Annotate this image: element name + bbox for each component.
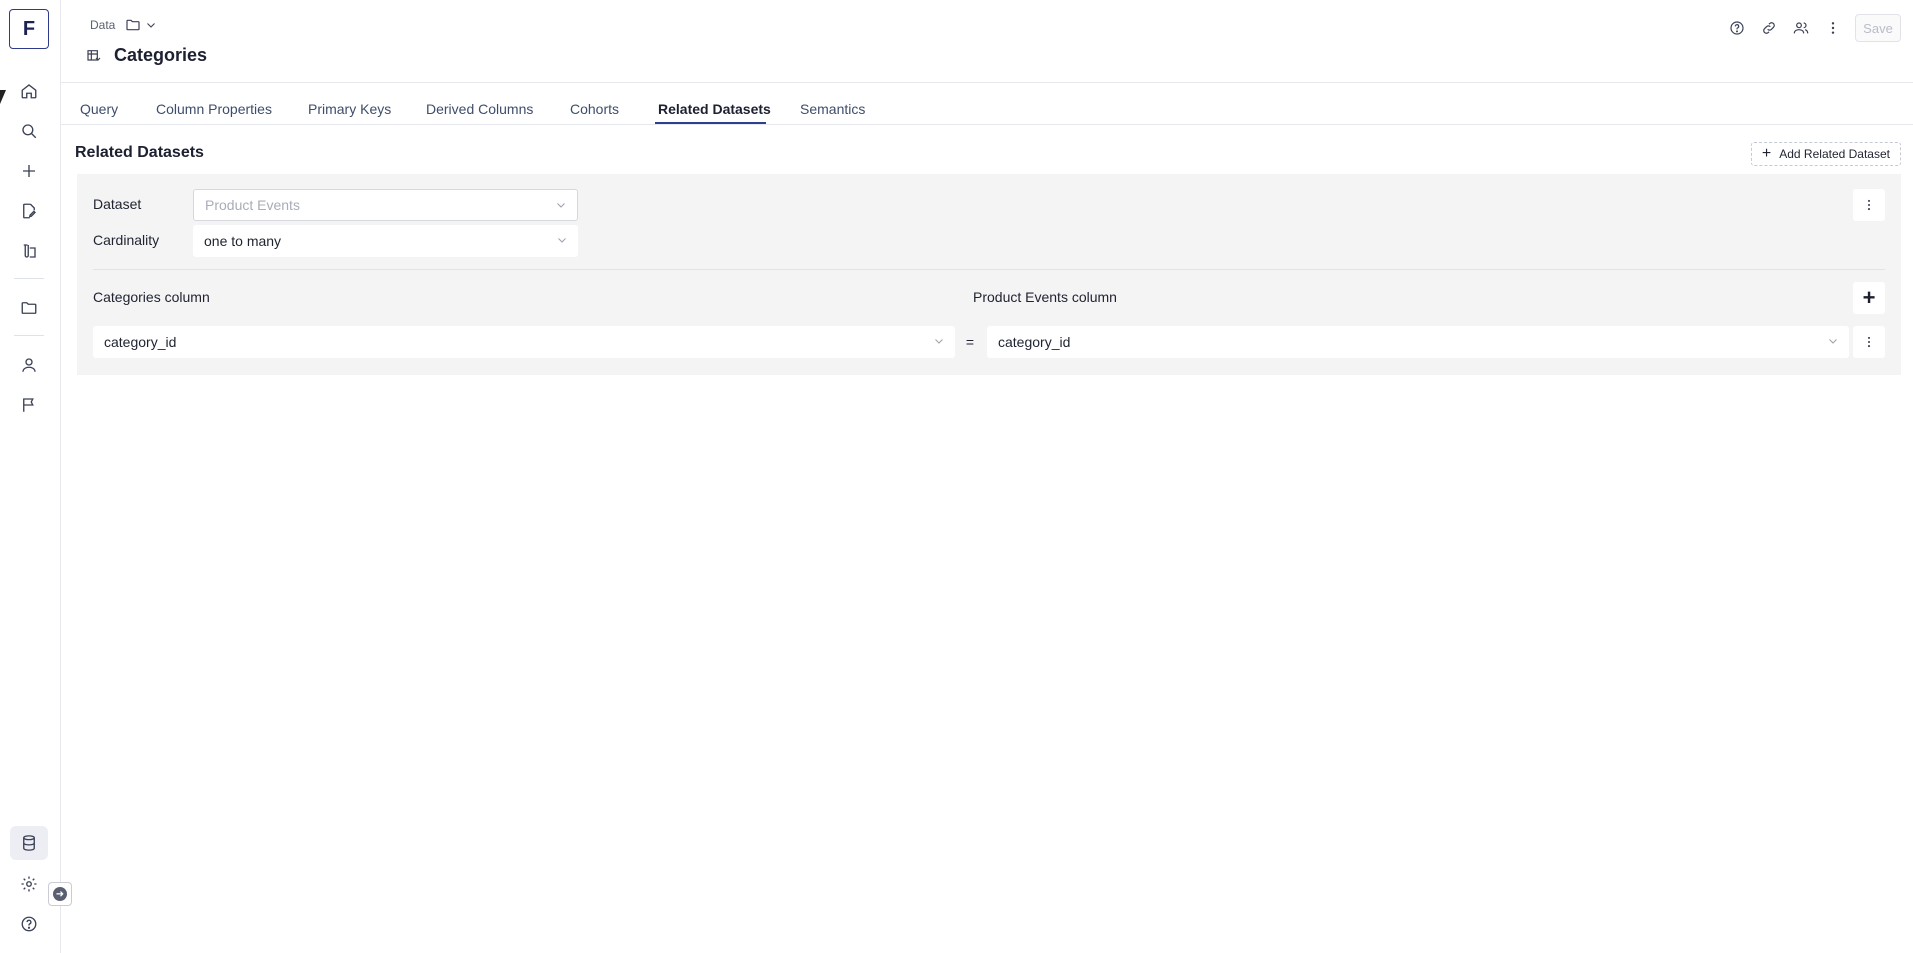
breadcrumb: Data: [90, 17, 157, 33]
sidebar-divider: [14, 278, 44, 279]
tab-derived-columns[interactable]: Derived Columns: [426, 101, 533, 117]
tab-column-properties[interactable]: Column Properties: [156, 101, 272, 117]
flag-icon[interactable]: [10, 388, 48, 422]
add-join-column-button[interactable]: +: [1853, 282, 1885, 314]
right-column-value: category_id: [998, 334, 1071, 350]
save-button[interactable]: Save: [1855, 14, 1901, 42]
header-actions: Save: [1727, 14, 1901, 42]
page-title: Categories: [114, 45, 208, 65]
cardinality-label: Cardinality: [93, 232, 160, 248]
expand-sidebar-button[interactable]: ➜: [48, 882, 72, 906]
plus-icon[interactable]: [10, 154, 48, 188]
tab-query[interactable]: Query: [80, 101, 118, 117]
gear-icon[interactable]: [10, 867, 48, 901]
cardinality-select-value: one to many: [204, 233, 282, 249]
left-column-select[interactable]: category_id: [93, 326, 955, 358]
sidebar: F: [0, 0, 61, 953]
title-row: Categories: [86, 45, 207, 66]
right-column-header: Product Events column: [973, 289, 1117, 305]
file-edit-icon[interactable]: [10, 194, 48, 228]
user-icon[interactable]: [10, 348, 48, 382]
more-vertical-icon: [1867, 199, 1871, 211]
join-operator: =: [965, 334, 975, 350]
link-icon[interactable]: [1759, 18, 1779, 38]
chevron-down-icon: [1829, 339, 1837, 344]
search-icon[interactable]: [10, 114, 48, 148]
dataset-options-button[interactable]: [1853, 189, 1885, 221]
chevron-down-icon: [557, 203, 565, 208]
lab-icon[interactable]: [10, 234, 48, 268]
tab-primary-keys[interactable]: Primary Keys: [308, 101, 391, 117]
breadcrumb-data-link[interactable]: Data: [90, 18, 115, 32]
folder-icon[interactable]: [10, 291, 48, 325]
join-row-options-button[interactable]: [1853, 326, 1885, 358]
left-column-header: Categories column: [93, 289, 210, 305]
chevron-down-icon: [935, 339, 943, 344]
add-related-dataset-label: Add Related Dataset: [1779, 147, 1890, 161]
chevron-down-icon: [147, 23, 156, 28]
page-header: Data Categories Save: [61, 0, 1913, 83]
database-icon[interactable]: [10, 826, 48, 860]
active-tab-indicator: [655, 122, 766, 124]
mouse-cursor: [0, 90, 12, 104]
add-related-dataset-button[interactable]: + Add Related Dataset: [1750, 142, 1901, 166]
more-vertical-icon: [1867, 336, 1871, 348]
dataset-label: Dataset: [93, 196, 142, 212]
arrow-right-icon: ➜: [53, 887, 67, 901]
tab-bar: Query Column Properties Primary Keys Der…: [61, 83, 1913, 125]
home-icon[interactable]: [10, 74, 48, 108]
right-column-select[interactable]: category_id: [987, 326, 1849, 358]
left-column-value: category_id: [104, 334, 177, 350]
folder-icon[interactable]: [125, 17, 157, 33]
dataset-select[interactable]: Product Events: [193, 189, 578, 221]
users-icon[interactable]: [1791, 18, 1811, 38]
tab-cohorts[interactable]: Cohorts: [570, 101, 619, 117]
chevron-down-icon: [558, 238, 566, 243]
dataset-table-icon: [87, 49, 101, 61]
tab-semantics[interactable]: Semantics: [800, 101, 865, 117]
plus-icon: +: [1761, 145, 1772, 162]
logo-letter: F: [22, 17, 36, 40]
app-logo[interactable]: F: [9, 9, 49, 49]
sidebar-divider: [14, 335, 44, 336]
dataset-select-value: Product Events: [205, 197, 300, 213]
cardinality-select[interactable]: one to many: [193, 225, 578, 257]
help-icon[interactable]: [10, 907, 48, 941]
more-vertical-icon[interactable]: [1823, 18, 1843, 38]
help-icon[interactable]: [1727, 18, 1747, 38]
tab-related-datasets[interactable]: Related Datasets: [658, 101, 771, 117]
section-title: Related Datasets: [75, 144, 204, 161]
card-divider: [93, 269, 1885, 270]
